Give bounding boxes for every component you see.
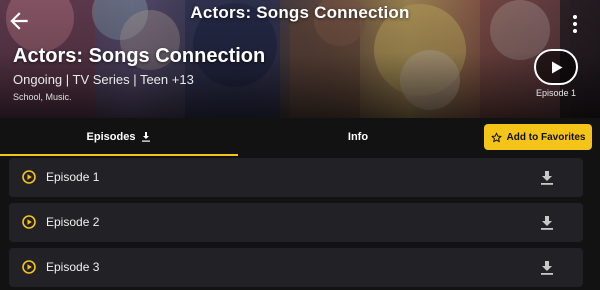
toolbar-title: Actors: Songs Connection [190,3,410,22]
top-bar: Actors: Songs Connection [0,0,600,33]
episode-label: Episode 3 [46,260,100,274]
download-icon[interactable] [540,260,554,276]
show-genres: School, Music. [13,92,72,102]
episode-row[interactable]: Episode 3 [9,248,583,287]
show-meta: Ongoing | TV Series | Teen +13 [13,72,194,87]
episode-label: Episode 2 [46,215,100,229]
episode-row[interactable]: Episode 1 [9,158,583,197]
play-icon [552,61,563,74]
download-icon[interactable] [540,215,554,231]
hero-banner: Actors: Songs Connection Actors: Songs C… [0,0,600,118]
tab-episodes-label: Episodes [86,131,136,143]
tab-info-label: Info [347,131,369,143]
circle-play-icon [22,170,36,184]
circle-play-icon [22,260,36,274]
add-to-favorites-label: Add to Favorites [506,131,586,143]
more-options-icon[interactable] [566,12,584,36]
add-to-favorites-button[interactable]: Add to Favorites [484,124,592,150]
download-icon[interactable] [540,170,554,186]
episode-label: Episode 1 [46,170,100,184]
star-icon [491,132,502,142]
download-icon [142,132,151,142]
show-title: Actors: Songs Connection [13,45,266,67]
tab-bar: Episodes Info Add to Favorites [0,118,600,156]
episode-row[interactable]: Episode 2 [9,203,583,242]
tab-info[interactable]: Info [238,118,478,156]
circle-play-icon [22,215,36,229]
play-caption: Episode 1 [535,88,577,98]
tab-episodes[interactable]: Episodes [0,118,238,156]
play-episode-button[interactable] [534,49,578,85]
